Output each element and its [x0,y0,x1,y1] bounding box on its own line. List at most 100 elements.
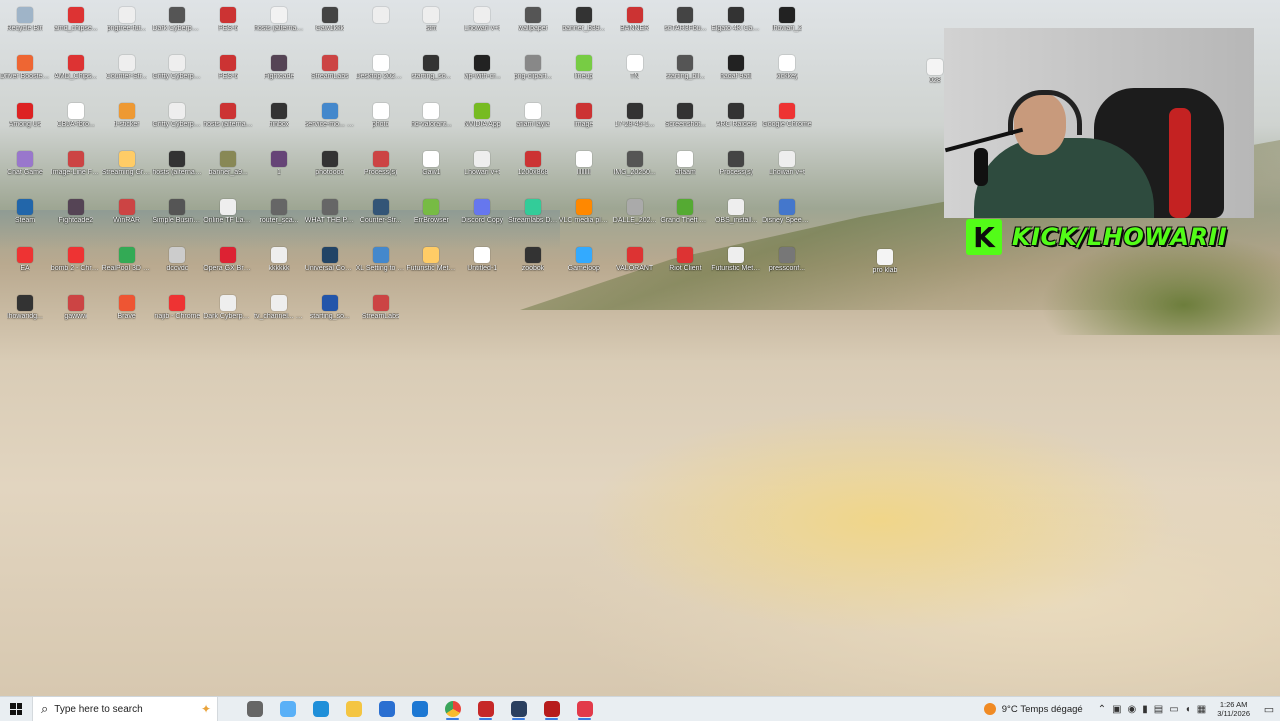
desktop-shortcut[interactable]: CBJA-fbro... [51,100,101,148]
desktop-shortcut[interactable]: lineup [559,52,609,100]
desktop-shortcut[interactable]: scTAR3Fbu... [660,4,710,52]
desktop-shortcut[interactable]: Image-Line FL Studio [51,148,101,196]
desktop-shortcut[interactable]: Riot Client [660,244,710,292]
desktop-shortcut[interactable]: Fightcade [254,52,304,100]
desktop-shortcut[interactable]: WinRAR [102,196,152,244]
desktop-shortcut[interactable]: aflaam [660,148,710,196]
desktop-shortcut[interactable]: Disney Speedstorm [762,196,812,244]
desktop-shortcut[interactable]: Simple Business Te... [152,196,202,244]
desktop-shortcut[interactable]: starting_so... [305,292,355,340]
desktop-shortcut[interactable]: Steam [0,196,50,244]
desktop-shortcut[interactable]: IMG_20250... [610,148,660,196]
tray-app-icon[interactable]: ◉ [1128,704,1137,715]
desktop-shortcut[interactable]: Counter-Str... [356,196,406,244]
desktop-shortcut[interactable]: Process(s) [711,148,761,196]
desktop-shortcut[interactable]: hosts (alternative... [203,100,253,148]
taskbar-elgato-button[interactable] [502,697,535,721]
desktop-shortcut[interactable]: Screenshot... [660,100,710,148]
desktop-shortcut[interactable]: Streamlabs Desktop [508,196,558,244]
desktop-shortcut[interactable]: kickkey [762,52,812,100]
desktop-shortcut[interactable]: Brave [102,292,152,340]
desktop-shortcut[interactable]: Desktop 2025.04.0... [356,52,406,100]
desktop-shortcut[interactable]: StreamLabs [305,52,355,100]
microphone-icon[interactable]: ▮ [1142,704,1148,715]
taskbar-obs-button[interactable] [469,697,502,721]
desktop-shortcut[interactable]: vip-with-cr... [457,52,507,100]
desktop-shortcut[interactable]: Driver Booster 12 [0,52,50,100]
desktop-shortcut[interactable]: 17-28-45-1... [610,100,660,148]
volume-icon[interactable]: ◖ [1185,704,1191,715]
desktop-shortcut[interactable]: lhowaridg... [0,292,50,340]
taskbar-search-box[interactable]: ⌕ Type here to search ✦ [32,697,218,721]
desktop-shortcut[interactable]: amd_chipse... [51,4,101,52]
start-button[interactable] [0,697,32,721]
desktop-shortcut[interactable]: tl-sticker [102,100,152,148]
desktop-shortcut[interactable]: service-mo... (1) [305,100,355,148]
desktop-shortcut[interactable]: Gameloop [559,244,609,292]
desktop-shortcut[interactable]: 1 [254,148,304,196]
desktop-shortcut[interactable]: Lhowari v+t [762,148,812,196]
desktop-shortcut[interactable]: stm [406,4,456,52]
desktop-shortcut[interactable]: starting_so... [406,52,456,100]
taskbar-outlook-button[interactable] [403,697,436,721]
desktop-shortcut[interactable]: starting_bil... [660,52,710,100]
desktop-shortcut[interactable]: VALORANT [610,244,660,292]
desktop-shortcut[interactable]: png-clipart... [508,52,558,100]
desktop-shortcut[interactable]: Counter-Str... [102,52,152,100]
desktop-shortcut[interactable]: Universal Control [305,244,355,292]
taskbar-task-view-button[interactable] [238,697,271,721]
desktop-shortcut[interactable]: Discord Copy [457,196,507,244]
taskbar-microsoft-store-button[interactable] [370,697,403,721]
desktop-shortcut[interactable]: Streaming Grid Island [102,148,152,196]
desktop-shortcut[interactable]: hosts (alternative... [254,4,304,52]
desktop-shortcut[interactable]: BANNER [610,4,660,52]
desktop-shortcut[interactable]: Elgato 4K Captur... [711,4,761,52]
tray-app-icon[interactable]: ▤ [1154,704,1163,715]
desktop-shortcut[interactable]: Google Chrome [762,100,812,148]
desktop-shortcut[interactable]: PES-6 [203,4,253,52]
notification-center-icon[interactable]: ▭ [1258,703,1280,716]
taskbar-file-explorer-button[interactable] [337,697,370,721]
desktop-shortcut[interactable]: Chat Game [0,148,50,196]
desktop-shortcut[interactable]: Untitled-1 [457,244,507,292]
desktop-shortcut[interactable]: dccvdc [152,244,202,292]
desktop-shortcut[interactable]: photo [356,100,406,148]
desktop-shortcut[interactable]: Gaw1 [406,148,456,196]
taskbar-copilot-button[interactable] [271,697,304,721]
tray-app-icon[interactable]: ▣ [1112,704,1121,715]
desktop-shortcut[interactable]: Recycle Bin [0,4,50,52]
desktop-shortcut[interactable]: photoooo [305,148,355,196]
desktop-shortcut[interactable]: hinbox [254,100,304,148]
desktop-shortcut[interactable]: WHAT THE PAK [305,196,355,244]
desktop-shortcut[interactable]: Gritty Cyberpunk... [152,100,202,148]
desktop-shortcut[interactable]: pngtree-fut... [102,4,152,52]
taskbar-chrome-button[interactable] [436,697,469,721]
desktop-shortcut[interactable]: Grand Theft Auto V Le... [660,196,710,244]
desktop-shortcut[interactable]: 028 [910,56,960,104]
desktop-shortcut[interactable]: bomb 2 - Chrome [51,244,101,292]
weather-widget[interactable]: 9°C Temps dégagé [983,703,1083,715]
desktop-shortcut[interactable]: wallpaper [508,4,558,52]
network-icon[interactable]: ▭ [1169,704,1178,715]
desktop-shortcut[interactable]: EA [0,244,50,292]
taskbar-clock[interactable]: 1:26 AM 3/11/2026 [1217,700,1250,718]
desktop-shortcut[interactable]: Process(s) [356,148,406,196]
desktop-shortcut[interactable]: ErrBrowser [406,196,456,244]
desktop-shortcut[interactable]: banner_b39... [559,4,609,52]
desktop-shortcut[interactable]: hadaf 9atil [711,52,761,100]
desktop-shortcut[interactable] [356,4,406,52]
desktop-shortcut[interactable]: Futuristic Metal Corn... [406,244,456,292]
desktop-shortcut[interactable]: gawww [51,292,101,340]
desktop-shortcut[interactable]: Futuristic Metal Corn... [711,244,761,292]
show-hidden-icons-chevron-icon[interactable]: ⌃ [1098,704,1106,715]
desktop-shortcut[interactable]: lllllllll [559,148,609,196]
desktop-shortcut[interactable]: pressconf... [762,244,812,292]
desktop-shortcut[interactable]: TN [610,52,660,100]
desktop-shortcut[interactable]: kkkkkk [254,244,304,292]
desktop-shortcut[interactable]: AMD_Chips... [51,52,101,100]
desktop-shortcut[interactable]: Dark Cyberpunk [152,4,202,52]
desktop-shortcut[interactable]: tv_channel... (1) [254,292,304,340]
desktop-shortcut[interactable]: Lhowari v+t [457,4,507,52]
desktop-shortcut[interactable]: Online TF Launcher [203,196,253,244]
desktop-shortcut[interactable]: Lhowari v+t [457,148,507,196]
